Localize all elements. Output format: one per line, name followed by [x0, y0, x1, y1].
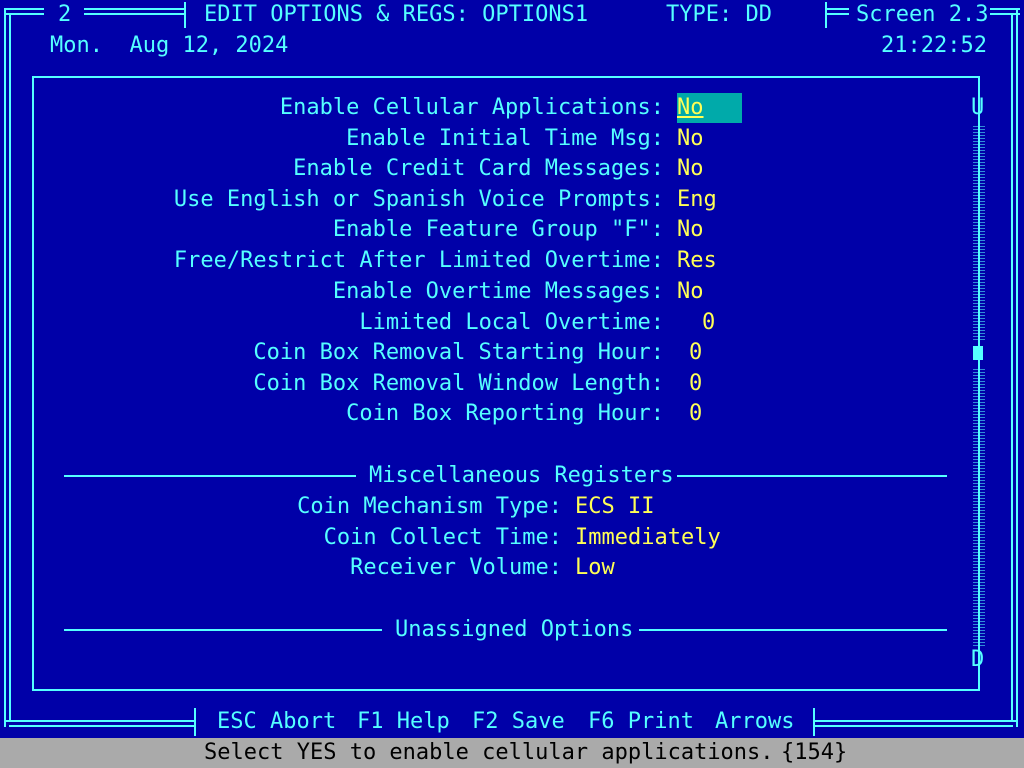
- section-title-misc: Miscellaneous Registers: [369, 463, 674, 488]
- f2-save-key[interactable]: F2 Save: [472, 710, 565, 734]
- option-field-credit-card[interactable]: No: [677, 157, 704, 181]
- option-field-voice-prompts[interactable]: Eng: [677, 188, 717, 212]
- option-label-reporting-hour: Coin Box Reporting Hour:: [346, 401, 664, 426]
- f1-help-key[interactable]: F1 Help: [357, 710, 450, 734]
- arrows-key[interactable]: Arrows: [715, 710, 794, 734]
- window-title: EDIT OPTIONS & REGS: OPTIONS1: [204, 2, 589, 27]
- divider: [677, 475, 947, 477]
- option-label-credit-card: Enable Credit Card Messages:: [293, 156, 664, 181]
- option-label-voice-prompts: Use English or Spanish Voice Prompts:: [173, 187, 664, 212]
- status-message: Select YES to enable cellular applicatio…: [204, 740, 774, 765]
- option-label-initial-time-msg: Enable Initial Time Msg:: [346, 126, 664, 151]
- scroll-down-arrow[interactable]: D: [971, 648, 984, 672]
- divider: [64, 475, 356, 477]
- option-field-reporting-hour[interactable]: 0: [689, 402, 702, 426]
- scroll-thumb[interactable]: [973, 346, 983, 360]
- key-action: Print: [627, 709, 694, 734]
- register-label-coin-collect: Coin Collect Time:: [323, 525, 562, 550]
- option-label-limited-local-overtime: Limited Local Overtime:: [359, 310, 664, 335]
- divider: [64, 629, 382, 631]
- scroll-up-arrow[interactable]: U: [971, 96, 984, 120]
- date-display: Mon. Aug 12, 2024: [50, 33, 289, 58]
- option-field-limited-local-overtime[interactable]: 0: [702, 311, 715, 335]
- divider: [639, 629, 947, 631]
- section-title-unassigned: Unassigned Options: [395, 617, 634, 642]
- register-field-coin-collect[interactable]: Immediately: [575, 526, 721, 550]
- type-label: TYPE: DD: [666, 2, 772, 27]
- key-name: F1: [357, 709, 384, 734]
- register-field-receiver-volume[interactable]: Low: [575, 556, 615, 580]
- scroll-track[interactable]: [973, 368, 985, 646]
- status-code: {154}: [781, 740, 848, 765]
- register-label-coin-mechanism: Coin Mechanism Type:: [297, 494, 562, 519]
- window-number: 2: [58, 2, 72, 27]
- register-label-receiver-volume: Receiver Volume:: [350, 555, 562, 580]
- option-label-cellular: Enable Cellular Applications:: [279, 95, 664, 120]
- option-label-overtime-messages: Enable Overtime Messages:: [332, 279, 664, 304]
- key-action: Abort: [270, 709, 337, 734]
- screen-label: Screen 2.3: [856, 2, 989, 27]
- option-field-removal-window[interactable]: 0: [689, 372, 702, 396]
- option-field-cellular[interactable]: No: [677, 93, 742, 123]
- key-action: Save: [511, 709, 565, 734]
- option-field-free-restrict[interactable]: Res: [677, 249, 717, 273]
- f6-print-key[interactable]: F6 Print: [588, 710, 694, 734]
- key-name: F6: [588, 709, 615, 734]
- option-field-feature-group-f[interactable]: No: [677, 218, 704, 242]
- option-label-removal-start-hour: Coin Box Removal Starting Hour:: [253, 340, 664, 365]
- option-label-removal-window: Coin Box Removal Window Length:: [253, 371, 664, 396]
- key-name: F2: [472, 709, 499, 734]
- status-bar: Select YES to enable cellular applicatio…: [0, 738, 1024, 768]
- key-name: ESC: [217, 709, 257, 734]
- option-field-overtime-messages[interactable]: No: [677, 280, 704, 304]
- scroll-track[interactable]: [973, 124, 985, 340]
- option-field-removal-start-hour[interactable]: 0: [689, 341, 702, 365]
- option-field-initial-time-msg[interactable]: No: [677, 127, 704, 151]
- key-action: Help: [396, 709, 450, 734]
- esc-abort-key[interactable]: ESC Abort: [217, 710, 336, 734]
- time-display: 21:22:52: [881, 33, 987, 58]
- option-label-feature-group-f: Enable Feature Group "F":: [332, 217, 664, 242]
- register-field-coin-mechanism[interactable]: ECS II: [575, 495, 654, 519]
- option-label-free-restrict: Free/Restrict After Limited Overtime:: [173, 248, 664, 273]
